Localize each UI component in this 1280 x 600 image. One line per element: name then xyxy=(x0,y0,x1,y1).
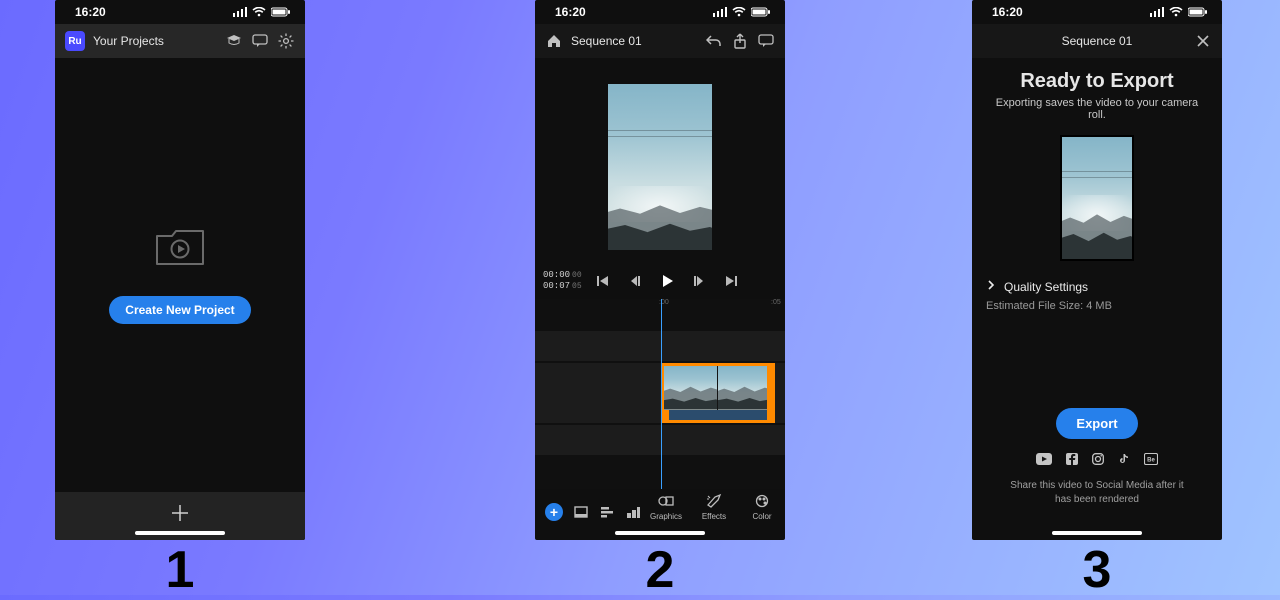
status-time: 16:20 xyxy=(555,5,586,19)
plus-icon[interactable] xyxy=(170,503,190,529)
wifi-icon xyxy=(252,7,266,17)
project-panel-icon[interactable] xyxy=(573,504,589,520)
youtube-icon[interactable] xyxy=(1036,453,1052,465)
share-message: Share this video to Social Media after i… xyxy=(1007,479,1187,506)
playhead[interactable] xyxy=(661,299,662,489)
nav-bar: Sequence 01 xyxy=(535,24,785,58)
app-logo: Ru xyxy=(65,31,85,51)
track-empty-bottom[interactable] xyxy=(535,425,785,455)
home-indicator[interactable] xyxy=(615,531,705,535)
expand-tracks-icon[interactable] xyxy=(625,504,641,520)
audio-waveform xyxy=(664,410,772,420)
preview-pane xyxy=(535,58,785,268)
signal-icon xyxy=(1150,7,1164,17)
track-view-icon[interactable] xyxy=(599,504,615,520)
step-label-2: 2 xyxy=(535,540,785,600)
nav-bar: Sequence 01 xyxy=(972,24,1222,58)
create-project-button[interactable]: Create New Project xyxy=(109,296,250,324)
status-bar: 16:20 xyxy=(535,0,785,24)
export-screen: 16:20 Sequence 01 Ready to Export Export… xyxy=(972,0,1222,540)
add-media-button[interactable]: + xyxy=(545,503,563,521)
signal-icon xyxy=(713,7,727,17)
status-bar: 16:20 xyxy=(55,0,305,24)
export-headline: Ready to Export xyxy=(986,70,1208,93)
home-indicator[interactable] xyxy=(135,531,225,535)
learn-icon[interactable] xyxy=(225,32,243,50)
editor-screen: 16:20 Sequence 01 xyxy=(535,0,785,540)
estimate-label: Estimated File Size: 4 MB xyxy=(986,300,1208,312)
behance-icon[interactable]: Be xyxy=(1144,453,1158,465)
share-icon[interactable] xyxy=(731,32,749,50)
timecode: 00:0000 00:0705 xyxy=(543,270,582,293)
status-time: 16:20 xyxy=(75,5,106,19)
signal-icon xyxy=(233,7,247,17)
nav-title: Your Projects xyxy=(93,34,164,48)
step-label-3: 3 xyxy=(972,540,1222,600)
timeline[interactable]: :00 :05 xyxy=(535,299,785,489)
tool-row: + Graphics Effects Color Speed xyxy=(535,489,785,525)
battery-icon xyxy=(1188,7,1208,17)
empty-state: Create New Project xyxy=(55,58,305,492)
step-forward-icon[interactable] xyxy=(690,272,708,290)
export-button[interactable]: Export xyxy=(1056,408,1137,439)
export-preview xyxy=(1060,135,1134,261)
color-tool[interactable]: Color xyxy=(747,493,777,521)
step-label-1: 1 xyxy=(55,540,305,600)
home-indicator[interactable] xyxy=(1052,531,1142,535)
battery-icon xyxy=(271,7,291,17)
effects-tool[interactable]: Effects xyxy=(699,493,729,521)
skip-end-icon[interactable] xyxy=(722,272,740,290)
play-icon[interactable] xyxy=(658,272,676,290)
video-preview[interactable] xyxy=(608,84,712,250)
wifi-icon xyxy=(732,7,746,17)
track-empty-top[interactable] xyxy=(535,331,785,361)
svg-text:Be: Be xyxy=(1147,458,1155,464)
sequence-title: Sequence 01 xyxy=(571,34,642,48)
tiktok-icon[interactable] xyxy=(1118,453,1130,465)
step-back-icon[interactable] xyxy=(626,272,644,290)
undo-icon[interactable] xyxy=(705,32,723,50)
clip-handle-right[interactable] xyxy=(767,363,775,423)
video-clip[interactable] xyxy=(661,363,775,423)
track-video[interactable] xyxy=(535,363,785,423)
quality-settings-row[interactable]: Quality Settings xyxy=(986,279,1208,294)
export-subtext: Exporting saves the video to your camera… xyxy=(986,97,1208,121)
sequence-title: Sequence 01 xyxy=(1062,34,1133,48)
projects-screen: 16:20 Ru Your Projects xyxy=(55,0,305,540)
status-time: 16:20 xyxy=(992,5,1023,19)
status-bar: 16:20 xyxy=(972,0,1222,24)
battery-icon xyxy=(751,7,771,17)
facebook-icon[interactable] xyxy=(1066,453,1078,465)
instagram-icon[interactable] xyxy=(1092,453,1104,465)
folder-play-icon xyxy=(154,227,206,274)
close-icon[interactable] xyxy=(1194,32,1212,50)
chat-icon[interactable] xyxy=(757,32,775,50)
home-icon[interactable] xyxy=(545,32,563,50)
skip-start-icon[interactable] xyxy=(594,272,612,290)
gear-icon[interactable] xyxy=(277,32,295,50)
wifi-icon xyxy=(1169,7,1183,17)
nav-bar: Ru Your Projects xyxy=(55,24,305,58)
timeline-ruler: :00 :05 xyxy=(535,299,785,311)
chat-icon[interactable] xyxy=(251,32,269,50)
playback-controls: 00:0000 00:0705 xyxy=(535,268,785,299)
chevron-right-icon xyxy=(986,279,996,294)
graphics-tool[interactable]: Graphics xyxy=(651,493,681,521)
social-row: Be xyxy=(1036,453,1158,465)
